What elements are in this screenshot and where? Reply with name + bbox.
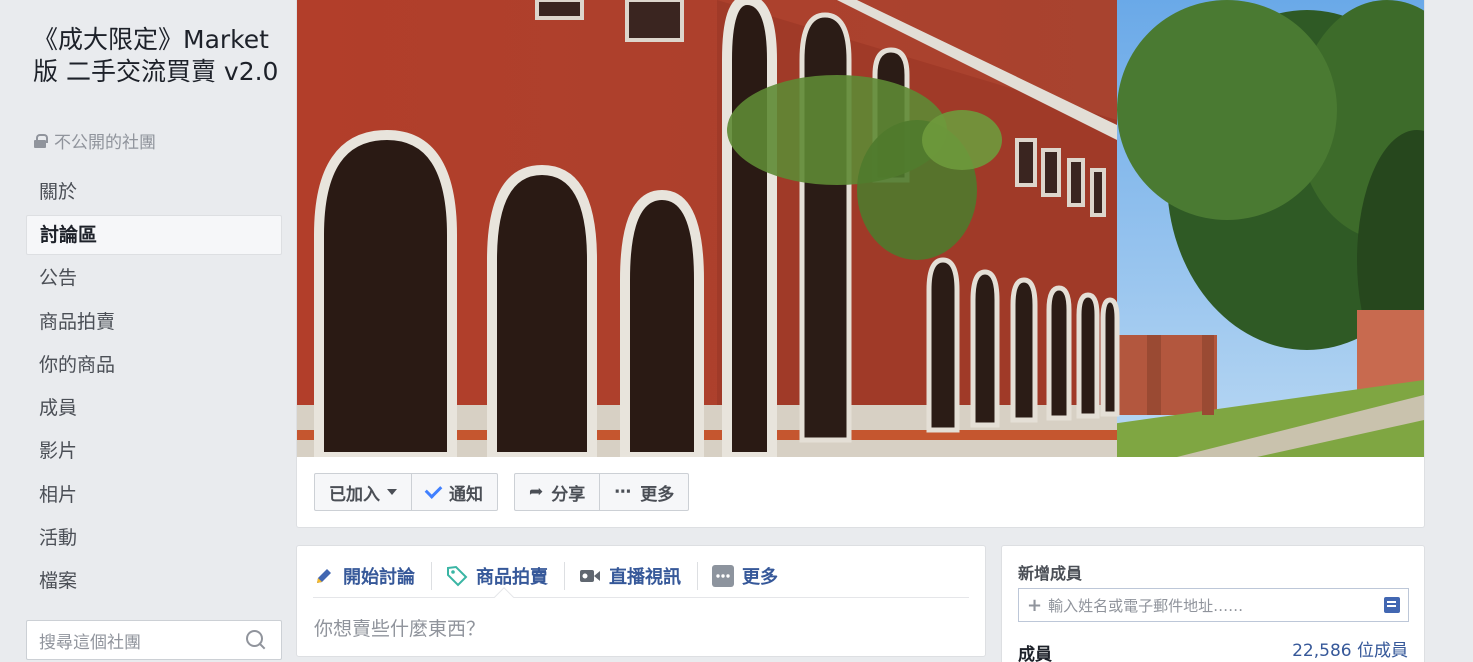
cover-card: 已加入 通知 ➦ 分享 ⋯ 更多 bbox=[296, 0, 1425, 528]
nav-item-members[interactable]: 成員 bbox=[26, 387, 282, 430]
share-arrow-icon: ➦ bbox=[529, 482, 544, 502]
nav-item-events[interactable]: 活動 bbox=[26, 517, 282, 560]
post-composer: 開始討論 商品拍賣 直播視訊 更多 你想賣些什麼東西？ bbox=[296, 545, 986, 657]
nav-item-discussion[interactable]: 討論區 bbox=[26, 215, 282, 256]
cover-photo-image bbox=[297, 0, 1424, 457]
add-member-placeholder: 輸入姓名或電子郵件地址…… bbox=[1048, 596, 1244, 615]
nav-item-photos[interactable]: 相片 bbox=[26, 474, 282, 517]
search-icon[interactable] bbox=[245, 629, 267, 651]
plus-icon: + bbox=[1027, 594, 1043, 616]
share-more-buttons: ➦ 分享 ⋯ 更多 bbox=[514, 473, 690, 511]
group-actions: 已加入 通知 ➦ 分享 ⋯ 更多 bbox=[314, 473, 705, 511]
lock-icon bbox=[34, 133, 48, 148]
group-title[interactable]: 《成大限定》Market版 二手交流買賣 v2.0 bbox=[33, 24, 283, 88]
privacy-label: 不公開的社團 bbox=[54, 133, 156, 153]
composer-input[interactable]: 你想賣些什麼東西？ bbox=[314, 614, 485, 641]
group-sidebar: 《成大限定》Market版 二手交流買賣 v2.0 不公開的社團 關於 討論區 … bbox=[0, 0, 290, 662]
nav-item-videos[interactable]: 影片 bbox=[26, 430, 282, 473]
check-icon bbox=[424, 481, 443, 499]
members-label: 成員 bbox=[1018, 645, 1052, 662]
nav-item-files[interactable]: 檔案 bbox=[26, 560, 282, 603]
composer-tabs: 開始討論 商品拍賣 直播視訊 更多 bbox=[313, 554, 969, 598]
group-nav: 關於 討論區 公告 商品拍賣 你的商品 成員 影片 相片 活動 檔案 bbox=[26, 171, 282, 604]
cover-photo[interactable] bbox=[297, 0, 1424, 457]
tab-live-video-label: 直播視訊 bbox=[609, 566, 681, 588]
pencil-icon bbox=[313, 565, 335, 587]
members-card: 新增成員 + 輸入姓名或電子郵件地址…… 成員 22,586 位成員 bbox=[1001, 545, 1425, 662]
share-button[interactable]: ➦ 分享 bbox=[515, 474, 599, 510]
tab-start-discussion[interactable]: 開始討論 bbox=[313, 562, 431, 590]
nav-item-announcements[interactable]: 公告 bbox=[26, 257, 282, 300]
privacy-status: 不公開的社團 bbox=[34, 128, 156, 153]
tab-live-video[interactable]: 直播視訊 bbox=[564, 561, 697, 590]
tab-sell-item[interactable]: 商品拍賣 bbox=[431, 561, 564, 590]
tag-icon bbox=[446, 565, 468, 587]
more-dots-icon: ⋯ bbox=[614, 482, 633, 502]
tab-start-discussion-label: 開始討論 bbox=[343, 566, 415, 588]
note-icon[interactable] bbox=[1384, 597, 1400, 613]
nav-item-your-items[interactable]: 你的商品 bbox=[26, 344, 282, 387]
tab-more[interactable]: 更多 bbox=[697, 561, 794, 590]
tab-sell-item-label: 商品拍賣 bbox=[476, 566, 548, 588]
notify-label: 通知 bbox=[449, 484, 483, 505]
tab-more-label: 更多 bbox=[742, 566, 778, 588]
members-count[interactable]: 22,586 位成員 bbox=[1292, 636, 1408, 661]
add-member-input[interactable]: + 輸入姓名或電子郵件地址…… bbox=[1018, 588, 1409, 622]
joined-button[interactable]: 已加入 bbox=[315, 474, 411, 510]
joined-label: 已加入 bbox=[329, 484, 380, 505]
nav-item-about[interactable]: 關於 bbox=[26, 171, 282, 214]
caret-down-icon bbox=[387, 489, 397, 495]
more-label: 更多 bbox=[640, 484, 675, 505]
share-label: 分享 bbox=[551, 484, 586, 505]
notify-button[interactable]: 通知 bbox=[411, 474, 497, 510]
add-members-title: 新增成員 bbox=[1018, 564, 1083, 583]
nav-item-sale[interactable]: 商品拍賣 bbox=[26, 301, 282, 344]
more-dots-icon bbox=[712, 564, 734, 587]
video-camera-icon bbox=[579, 565, 601, 587]
group-search-input[interactable]: 搜尋這個社團 bbox=[26, 620, 282, 660]
search-placeholder: 搜尋這個社團 bbox=[39, 632, 141, 653]
membership-buttons: 已加入 通知 bbox=[314, 473, 498, 511]
more-button[interactable]: ⋯ 更多 bbox=[599, 474, 688, 510]
